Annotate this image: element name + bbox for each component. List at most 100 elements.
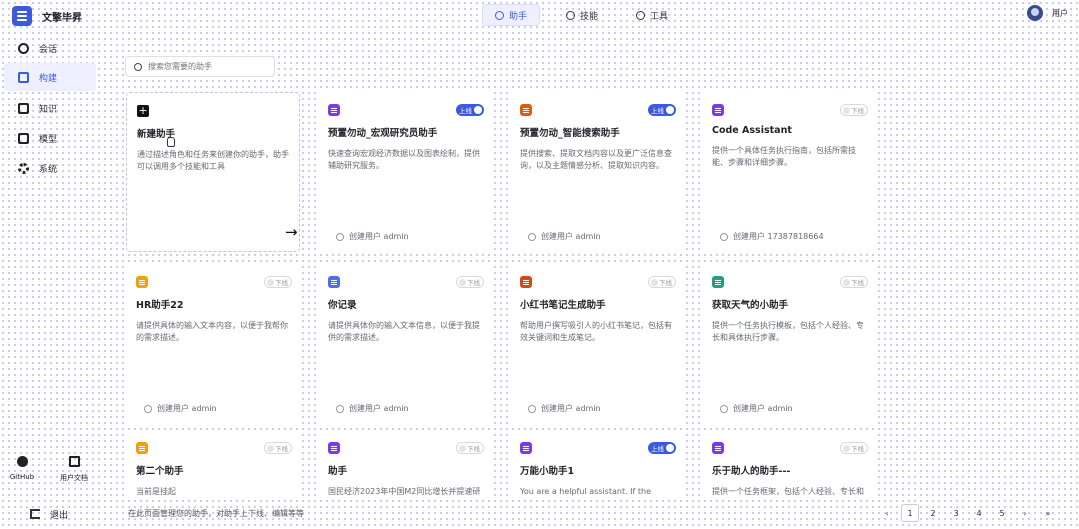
plus-icon: + [137, 104, 149, 117]
avatar[interactable] [1027, 5, 1043, 21]
assistant-icon [712, 276, 724, 288]
sidebar-item-label: 系统 [39, 164, 58, 175]
card-creator: 创建用户 admin [528, 403, 601, 414]
chat-icon [18, 42, 29, 54]
online-toggle[interactable]: 下线 [264, 442, 292, 454]
sidebar-item-build[interactable]: 构建 [4, 63, 96, 91]
logout-icon [30, 509, 40, 519]
assistant-icon [328, 442, 340, 454]
card-creator: 创建用户 admin [144, 403, 217, 414]
card-title: 你记录 [328, 300, 357, 311]
search-input[interactable] [148, 62, 268, 71]
knowledge-icon [18, 102, 29, 114]
assistant-card[interactable]: 下线 乐于助人的助手--- 提供一个任务框架，包括个人经验、专长和 [702, 430, 876, 497]
model-icon [18, 132, 29, 144]
sidebar-item-label: 模型 [39, 134, 58, 145]
card-desc: 当前是挂起 [136, 487, 176, 496]
online-toggle[interactable]: 上线 [456, 104, 484, 116]
assistant-card[interactable]: 下线 助手 国民经济2023年中国M2同比增长并提速研 [318, 430, 492, 497]
page-button[interactable]: 3 [947, 504, 965, 522]
assistant-icon [136, 442, 148, 454]
card-title: 预置勿动_宏观研究员助手 [328, 128, 438, 139]
person-icon [336, 404, 344, 413]
person-icon [336, 232, 344, 241]
tab-tool[interactable]: 工具 [624, 4, 680, 26]
docs-link[interactable]: 用户文档 [58, 456, 90, 483]
build-icon [18, 71, 29, 83]
page-button[interactable]: 2 [924, 504, 942, 522]
sidebar-item-label: 会话 [39, 44, 58, 55]
github-link[interactable]: GitHub [8, 456, 36, 481]
card-desc: 请提供具体的输入文本内容，以便于我帮你的需求描述。 [136, 321, 288, 342]
online-toggle[interactable]: 下线 [456, 276, 484, 288]
assistant-icon [328, 104, 340, 116]
online-toggle[interactable]: 下线 [840, 442, 868, 454]
card-title: Code Assistant [712, 125, 792, 136]
creator-label: 创建用户 admin [541, 404, 601, 413]
creator-label: 创建用户 17387818664 [733, 232, 824, 241]
search-box[interactable] [125, 56, 275, 77]
assistant-card[interactable]: 下线 HR助手22 请提供具体的输入文本内容，以便于我帮你的需求描述。 创建用户 ad… [126, 264, 300, 424]
assistant-card[interactable]: 上线预置勿动_宏观研究员助手快速查询宏观经济数据以及图表绘制，提供辅助研究服务。… [318, 92, 492, 252]
assistant-card[interactable]: 下线 第二个助手 当前是挂起 [126, 430, 300, 497]
sidebar-item-chat[interactable]: 会话 [4, 34, 96, 62]
sidebar-item-system[interactable]: 系统 [4, 154, 96, 182]
tab-label: 技能 [580, 11, 599, 22]
assistant-icon [136, 276, 148, 288]
user-name[interactable]: 用户 [1052, 8, 1068, 19]
creator-label: 创建用户 admin [349, 232, 409, 241]
tab-label: 工具 [650, 11, 669, 22]
search-icon [134, 62, 142, 71]
card-desc: 提供搜索、提取文档内容以及更广泛信息查询，以及主题情感分析、提取知识内容。 [520, 149, 672, 170]
github-icon [16, 456, 28, 467]
app-logo [12, 6, 32, 26]
card-title: 预置勿动_智能搜索助手 [520, 128, 620, 139]
card-desc: You are a helpful assistant. If the user… [520, 487, 652, 496]
online-toggle[interactable]: 下线 [840, 276, 868, 288]
assistant-icon [520, 104, 532, 116]
footer-hint: 在此页面管理您的助手，对助手上下线、编辑等等 [128, 509, 304, 518]
card-creator: 创建用户 admin [336, 231, 409, 242]
sidebar-item-model[interactable]: 模型 [4, 124, 96, 152]
person-icon [720, 232, 728, 241]
assistant-card[interactable]: 下线 Code Assistant 提供一个具体任务执行指南，包括所需技能、步骤和详… [702, 92, 876, 252]
page-button[interactable]: 4 [970, 504, 988, 522]
sidebar-item-knowledge[interactable]: 知识 [4, 94, 96, 122]
online-toggle[interactable]: 下线 [840, 104, 868, 116]
card-desc: 通过描述角色和任务来创建你的助手，助手可以调用多个技能和工具 [137, 150, 289, 171]
assistant-card[interactable]: 下线 你记录 请提供具体你的输入文本信息，以便于我提供的需求描述。 创建用户 admi… [318, 264, 492, 424]
page-button[interactable]: 5 [993, 504, 1011, 522]
online-toggle[interactable]: 上线 [648, 104, 676, 116]
prev-page-button[interactable]: ‹ [878, 504, 896, 522]
app-title: 文擎毕昇 [42, 13, 82, 24]
last-page-button[interactable]: » [1039, 504, 1057, 522]
person-icon [720, 404, 728, 413]
online-toggle[interactable]: 下线 [264, 276, 292, 288]
card-title: 小红书笔记生成助手 [520, 300, 606, 311]
assistant-card[interactable]: 下线 小红书笔记生成助手 帮助用户撰写吸引人的小红书笔记，包括有效关键词和生成笔记。… [510, 264, 684, 424]
next-page-button[interactable]: › [1016, 504, 1034, 522]
card-creator: 创建用户 admin [528, 231, 601, 242]
creator-label: 创建用户 admin [541, 232, 601, 241]
person-icon [144, 404, 152, 413]
tab-skill[interactable]: 技能 [554, 4, 610, 26]
pagination: ‹ 1 2 3 4 5 › » [878, 504, 1057, 522]
arrow-right-icon[interactable]: → [285, 223, 298, 241]
online-toggle[interactable]: 下线 [648, 276, 676, 288]
online-toggle[interactable]: 下线 [456, 442, 484, 454]
sidebar-item-label: 构建 [39, 73, 58, 84]
assistant-card[interactable]: 上线预置勿动_智能搜索助手提供搜索、提取文档内容以及更广泛信息查询，以及主题情感… [510, 92, 684, 252]
card-desc: 快速查询宏观经济数据以及图表绘制，提供辅助研究服务。 [328, 149, 480, 170]
assistant-card[interactable]: 上线 万能小助手1 You are a helpful assistant. If … [510, 430, 684, 497]
page-button[interactable]: 1 [901, 504, 919, 522]
online-toggle[interactable]: 上线 [648, 442, 676, 454]
assistant-card[interactable]: 下线 获取天气的小助手 提供一个任务执行模板，包括个人经验、专长和具体执行步骤。 创建… [702, 264, 876, 424]
new-assistant-card[interactable]: + 新建助手 通过描述角色和任务来创建你的助手，助手可以调用多个技能和工具 → [126, 92, 300, 252]
card-desc: 提供一个具体任务执行指南，包括所需技能、步骤和详细步骤。 [712, 146, 856, 167]
tab-assistant[interactable]: 助手 [482, 4, 541, 26]
gear-icon [18, 162, 29, 174]
assistant-icon [520, 442, 532, 454]
logout-button[interactable]: 退出 [4, 504, 96, 524]
assistant-icon [520, 276, 532, 288]
creator-label: 创建用户 admin [349, 404, 409, 413]
